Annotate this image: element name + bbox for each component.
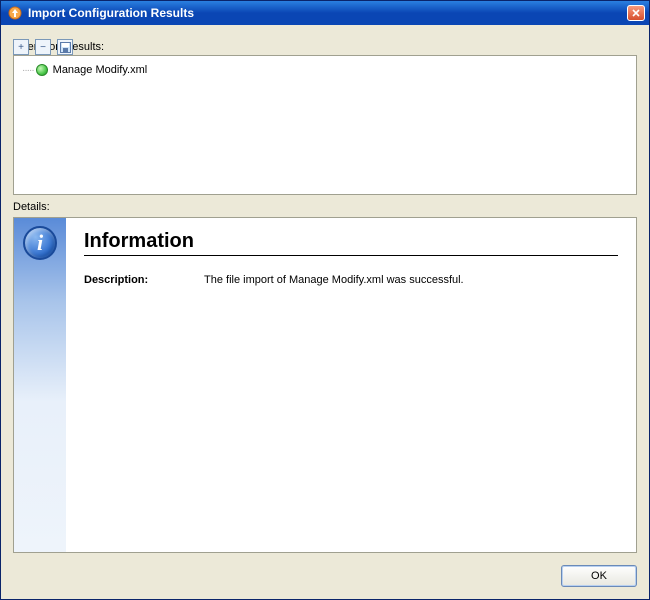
button-row: OK (13, 553, 637, 587)
collapse-all-icon[interactable]: − (35, 39, 51, 55)
expand-all-icon[interactable]: + (13, 39, 29, 55)
close-button[interactable] (627, 5, 645, 21)
dialog-window: Import Configuration Results Operation R… (0, 0, 650, 600)
tree-item-label: Manage Modify.xml (53, 64, 148, 76)
ok-button[interactable]: OK (561, 565, 637, 587)
content-area: Operation Results: + − ····· Manage Modi… (1, 25, 649, 599)
description-label: Description: (84, 274, 204, 286)
app-icon (7, 5, 23, 21)
details-label: Details: (13, 201, 637, 213)
info-icon: i (23, 226, 57, 260)
info-glyph: i (37, 230, 43, 256)
info-stripe: i (14, 218, 66, 552)
info-heading: Information (84, 230, 618, 256)
details-panel: i Information Description: The file impo… (13, 217, 637, 553)
titlebar: Import Configuration Results (1, 1, 649, 25)
description-text: The file import of Manage Modify.xml was… (204, 274, 618, 286)
tree-item[interactable]: ····· Manage Modify.xml (22, 62, 628, 78)
window-title: Import Configuration Results (28, 6, 627, 20)
details-body: Information Description: The file import… (66, 218, 636, 552)
status-success-icon (36, 64, 48, 76)
description-row: Description: The file import of Manage M… (84, 274, 618, 286)
results-toolbar: + − (13, 39, 633, 55)
operation-results-panel: ····· Manage Modify.xml (13, 55, 637, 195)
tree-connector-icon: ····· (22, 65, 34, 76)
save-icon[interactable] (57, 39, 73, 55)
